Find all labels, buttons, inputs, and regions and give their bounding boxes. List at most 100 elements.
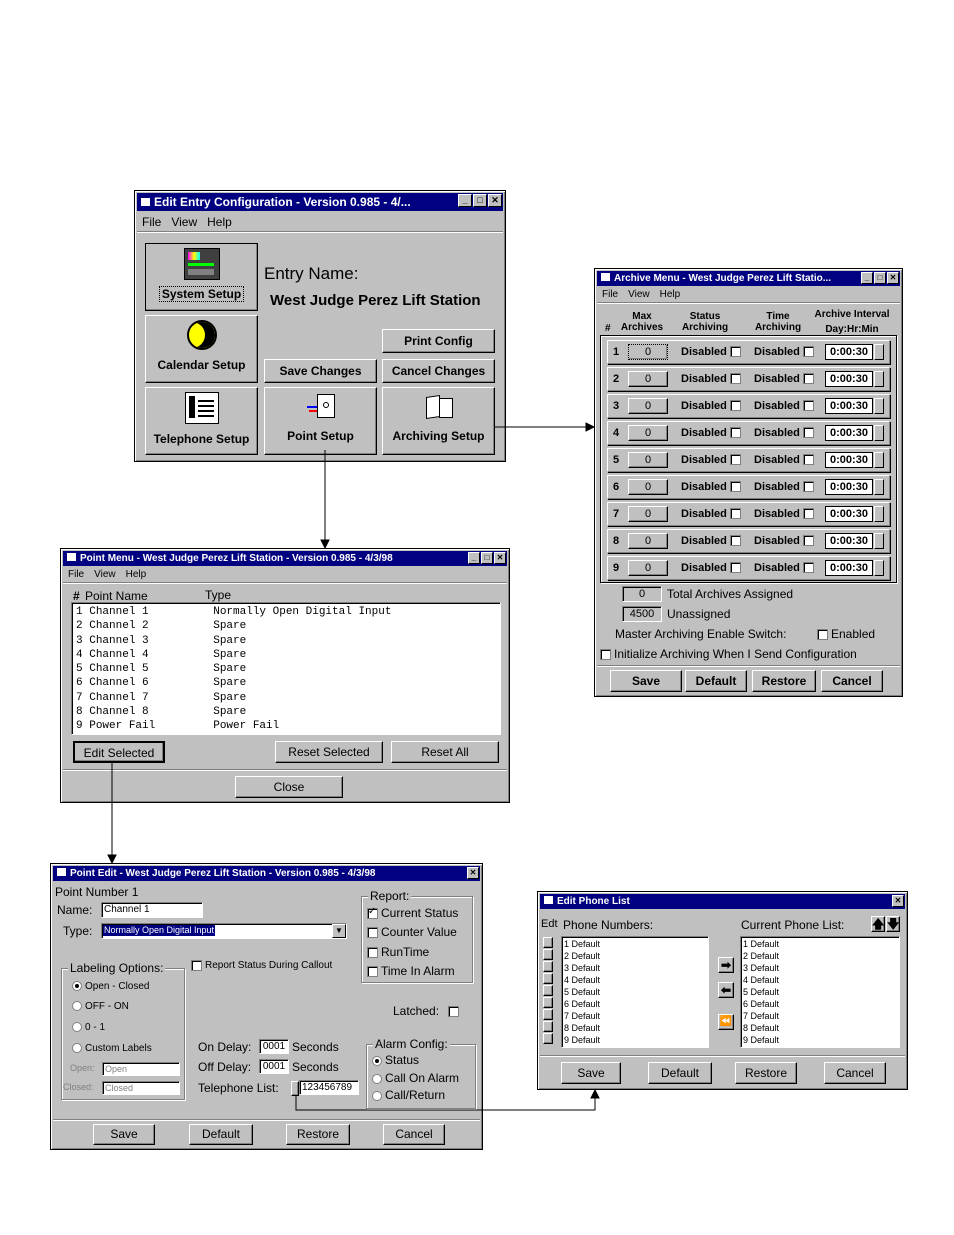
- report-current-status[interactable]: ✓ Current Status: [367, 906, 458, 920]
- radio-0-1[interactable]: 0 - 1: [72, 1022, 105, 1033]
- system-setup-button[interactable]: System Setup: [145, 243, 258, 311]
- time-archiving-checkbox[interactable]: [803, 535, 814, 546]
- interval-spinner[interactable]: [874, 344, 884, 360]
- calendar-setup-button[interactable]: Calendar Setup: [145, 315, 258, 383]
- default-button[interactable]: Default: [648, 1062, 712, 1084]
- status-archiving-checkbox[interactable]: [730, 454, 741, 465]
- list-item[interactable]: 3 Default: [564, 962, 706, 974]
- restore-button[interactable]: Restore: [752, 670, 816, 692]
- alarm-call-on-alarm-option[interactable]: Call On Alarm: [372, 1071, 459, 1085]
- max-archives-field[interactable]: 0: [628, 371, 668, 387]
- menu-help[interactable]: Help: [126, 569, 147, 580]
- interval-spinner[interactable]: [874, 398, 884, 414]
- move-up-icon[interactable]: 🡅: [871, 916, 885, 932]
- status-archiving-checkbox[interactable]: [730, 373, 741, 384]
- list-item[interactable]: 2 Channel 2 Spare: [76, 619, 391, 633]
- alarm-call-return-option[interactable]: Call/Return: [372, 1088, 445, 1102]
- interval-spinner[interactable]: [874, 506, 884, 522]
- remove-arrow-left-icon[interactable]: ⬅: [718, 982, 734, 998]
- max-archives-field[interactable]: 0: [628, 533, 668, 549]
- title-bar[interactable]: Point Edit - West Judge Perez Lift Stati…: [53, 866, 480, 881]
- list-item[interactable]: 4 Default: [743, 974, 897, 986]
- edit-row-button[interactable]: [543, 1033, 553, 1044]
- close-dialog-button[interactable]: Close: [235, 776, 343, 798]
- radio-open-closed[interactable]: Open - Closed: [72, 981, 149, 992]
- radio-button[interactable]: [72, 1001, 82, 1012]
- reset-all-button[interactable]: Reset All: [391, 741, 499, 763]
- time-archiving-checkbox[interactable]: [803, 508, 814, 519]
- title-bar[interactable]: Point Menu - West Judge Perez Lift Stati…: [63, 551, 507, 566]
- list-item[interactable]: 4 Default: [564, 974, 706, 986]
- radio-button[interactable]: [72, 1043, 82, 1054]
- edit-row-button[interactable]: [543, 949, 553, 960]
- radio-button[interactable]: [72, 981, 82, 992]
- alarm-status-option[interactable]: Status: [372, 1053, 419, 1067]
- edit-selected-button[interactable]: Edit Selected: [73, 741, 165, 763]
- menu-help[interactable]: Help: [207, 215, 232, 229]
- master-switch-enabled[interactable]: Enabled: [817, 627, 875, 641]
- report-checkbox[interactable]: [367, 927, 378, 939]
- minimize-button[interactable]: _: [861, 272, 873, 284]
- type-dropdown[interactable]: Normally Open Digital Input ▼: [101, 923, 347, 939]
- radio-off-on[interactable]: OFF - ON: [72, 1001, 129, 1012]
- menu-view[interactable]: View: [628, 289, 650, 300]
- archive-interval-field[interactable]: 0:00:30: [825, 506, 873, 522]
- time-archiving-checkbox[interactable]: [803, 346, 814, 357]
- master-switch-checkbox[interactable]: [817, 629, 828, 641]
- telephone-setup-button[interactable]: Telephone Setup: [145, 387, 258, 455]
- time-archiving-checkbox[interactable]: [803, 454, 814, 465]
- telephone-list-field[interactable]: 123456789: [299, 1080, 359, 1095]
- print-config-button[interactable]: Print Config: [382, 329, 495, 353]
- save-button[interactable]: Save: [561, 1062, 621, 1084]
- status-archiving-checkbox[interactable]: [730, 427, 741, 438]
- report-checkbox[interactable]: ✓: [367, 906, 378, 920]
- edit-row-button[interactable]: [543, 1009, 553, 1020]
- add-arrow-right-icon[interactable]: ➡: [718, 957, 734, 973]
- archive-interval-field[interactable]: 0:00:30: [825, 425, 873, 441]
- maximize-button[interactable]: □: [481, 552, 493, 564]
- title-bar[interactable]: Edit Phone List ✕: [540, 894, 905, 909]
- list-item[interactable]: 5 Default: [743, 986, 897, 998]
- list-item[interactable]: 2 Default: [564, 950, 706, 962]
- archive-interval-field[interactable]: 0:00:30: [825, 344, 873, 360]
- list-item[interactable]: 7 Default: [743, 1010, 897, 1022]
- report-counter-value[interactable]: Counter Value: [367, 925, 457, 939]
- status-archiving-checkbox[interactable]: [730, 508, 741, 519]
- cancel-button[interactable]: Cancel: [383, 1124, 445, 1145]
- list-item[interactable]: 8 Default: [564, 1022, 706, 1034]
- report-checkbox[interactable]: [367, 966, 378, 978]
- list-item[interactable]: 6 Default: [564, 998, 706, 1010]
- max-archives-field[interactable]: 0: [628, 506, 668, 522]
- status-archiving-checkbox[interactable]: [730, 346, 741, 357]
- status-archiving-checkbox[interactable]: [730, 562, 741, 573]
- max-archives-field[interactable]: 0: [628, 479, 668, 495]
- list-item[interactable]: 9 Power Fail Power Fail: [76, 719, 391, 733]
- phone-numbers-list[interactable]: 1 Default 2 Default 3 Default 4 Default …: [561, 936, 709, 1048]
- closed-label-field[interactable]: Closed: [102, 1081, 180, 1095]
- interval-spinner[interactable]: [874, 425, 884, 441]
- list-item[interactable]: 1 Default: [743, 938, 897, 950]
- list-item[interactable]: 4 Channel 4 Spare: [76, 648, 391, 662]
- list-item[interactable]: 8 Default: [743, 1022, 897, 1034]
- status-archiving-checkbox[interactable]: [730, 535, 741, 546]
- edit-row-button[interactable]: [543, 973, 553, 984]
- title-bar[interactable]: Archive Menu - West Judge Perez Lift Sta…: [597, 271, 900, 286]
- interval-spinner[interactable]: [874, 371, 884, 387]
- archiving-setup-button[interactable]: Archiving Setup: [382, 387, 495, 455]
- initialize-archiving-option[interactable]: Initialize Archiving When I Send Configu…: [600, 647, 857, 661]
- list-item[interactable]: 7 Default: [564, 1010, 706, 1022]
- close-button[interactable]: ✕: [887, 272, 899, 284]
- radio-custom-labels[interactable]: Custom Labels: [72, 1043, 152, 1054]
- close-button[interactable]: ✕: [467, 867, 479, 879]
- maximize-button[interactable]: □: [874, 272, 886, 284]
- archive-interval-field[interactable]: 0:00:30: [825, 479, 873, 495]
- edit-row-button[interactable]: [543, 997, 553, 1008]
- restore-button[interactable]: Restore: [286, 1124, 350, 1145]
- list-item[interactable]: 7 Channel 7 Spare: [76, 691, 391, 705]
- archive-interval-field[interactable]: 0:00:30: [825, 398, 873, 414]
- time-archiving-checkbox[interactable]: [803, 427, 814, 438]
- latched-checkbox[interactable]: [448, 1006, 459, 1017]
- archive-interval-field[interactable]: 0:00:30: [825, 560, 873, 576]
- archive-interval-field[interactable]: 0:00:30: [825, 533, 873, 549]
- cancel-button[interactable]: Cancel: [821, 670, 883, 692]
